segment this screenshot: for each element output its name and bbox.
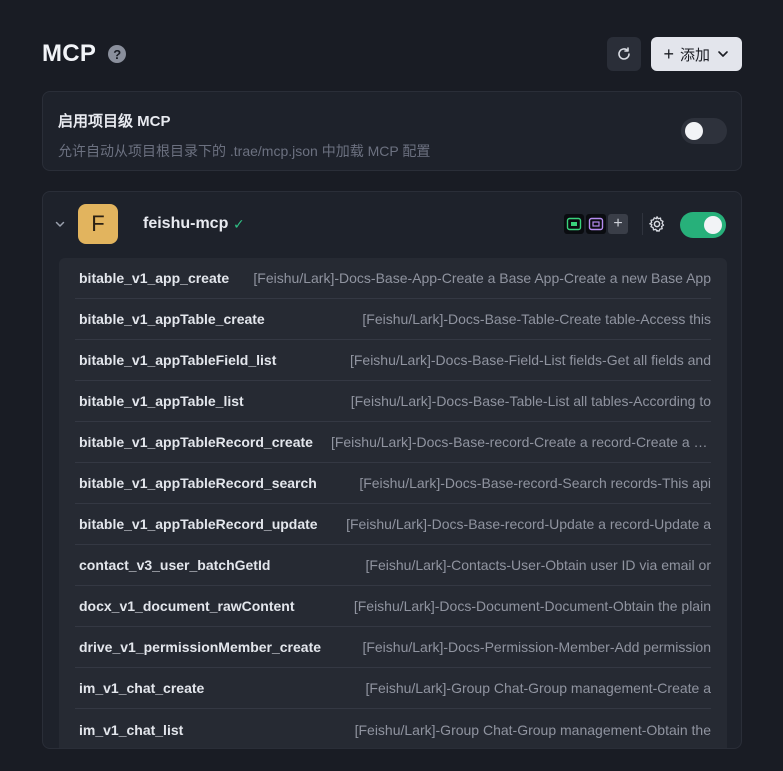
server-avatar: F: [78, 204, 118, 244]
tool-name: bitable_v1_appTable_list: [79, 393, 244, 409]
server-header: F feishu-mcp ✓ +: [43, 204, 741, 246]
tool-name: bitable_v1_app_create: [79, 270, 230, 286]
tool-description: [Feishu/Lark]-Contacts-User-Obtain user …: [365, 557, 711, 573]
tool-description: [Feishu/Lark]-Group Chat-Group managemen…: [365, 680, 712, 696]
server-panel: F feishu-mcp ✓ + bitable_v1_app_create […: [42, 191, 742, 749]
tool-row[interactable]: bitable_v1_appTable_list [Feishu/Lark]-Do…: [75, 381, 711, 422]
tool-description: [Feishu/Lark]-Docs-Base-Table-Create tab…: [362, 311, 711, 327]
screen-badge-icon[interactable]: [586, 214, 606, 234]
page-header: MCP ? + 添加: [42, 36, 742, 72]
tool-description: [Feishu/Lark]-Docs-Base-record-Create a …: [330, 434, 711, 450]
tool-name: contact_v3_user_batchGetId: [79, 557, 271, 573]
tools-list: bitable_v1_app_create [Feishu/Lark]-Docs-…: [59, 258, 727, 748]
tool-row[interactable]: bitable_v1_appTableRecord_update [Feishu/…: [75, 504, 711, 545]
terminal-badge-icon[interactable]: [564, 214, 584, 234]
tool-description: [Feishu/Lark]-Docs-Document-Document-Obt…: [353, 598, 711, 614]
project-mcp-description: 允许自动从项目根目录下的 .trae/mcp.json 中加载 MCP 配置: [58, 143, 431, 159]
tool-name: drive_v1_permissionMember_create: [79, 639, 322, 655]
refresh-button[interactable]: [607, 37, 642, 71]
add-button[interactable]: + 添加: [651, 37, 742, 71]
page-title: MCP: [42, 40, 97, 67]
tool-row[interactable]: docx_v1_document_rawContent [Feishu/Lark]…: [75, 586, 711, 627]
tool-row[interactable]: bitable_v1_appTableRecord_search [Feishu/…: [75, 463, 711, 504]
tool-row[interactable]: im_v1_chat_list [Feishu/Lark]-Group Chat-…: [75, 709, 711, 748]
tool-row[interactable]: bitable_v1_appTableField_list [Feishu/Lar…: [75, 340, 711, 381]
tool-name: im_v1_chat_list: [79, 721, 184, 738]
toggle-knob: [704, 216, 722, 234]
check-icon: ✓: [233, 216, 245, 232]
add-tool-button[interactable]: +: [608, 214, 628, 234]
chevron-down-icon: [718, 51, 728, 57]
help-icon[interactable]: ?: [108, 45, 127, 63]
refresh-icon: [618, 47, 631, 60]
tool-description: [Feishu/Lark]-Docs-Base-record-Update a …: [346, 516, 711, 532]
tool-row[interactable]: bitable_v1_app_create [Feishu/Lark]-Docs-…: [75, 258, 711, 299]
tool-name: docx_v1_document_rawContent: [79, 598, 295, 614]
tool-description: [Feishu/Lark]-Docs-Permission-Member-Add…: [362, 639, 711, 655]
tool-name: bitable_v1_appTableRecord_create: [79, 434, 313, 450]
tool-description: [Feishu/Lark]-Docs-Base-Table-List all t…: [350, 393, 711, 409]
tool-description: [Feishu/Lark]-Docs-Base-record-Search re…: [359, 475, 711, 491]
tool-name: bitable_v1_appTable_create: [79, 311, 265, 327]
tool-description: [Feishu/Lark]-Docs-Base-App-Create a Bas…: [253, 270, 711, 286]
tool-description: [Feishu/Lark]-Docs-Base-Field-List field…: [349, 352, 711, 368]
tool-row[interactable]: bitable_v1_appTable_create [Feishu/Lark]-…: [75, 299, 711, 340]
tool-name: im_v1_chat_create: [79, 680, 205, 696]
tool-description: [Feishu/Lark]-Group Chat-Group managemen…: [354, 721, 711, 738]
tool-name: bitable_v1_appTableRecord_search: [79, 475, 317, 491]
toggle-knob: [685, 122, 703, 140]
tool-name: bitable_v1_appTableField_list: [79, 352, 277, 368]
project-mcp-title: 启用项目级 MCP: [58, 113, 171, 130]
tool-row[interactable]: drive_v1_permissionMember_create [Feishu/…: [75, 627, 711, 668]
header-actions: + 添加: [607, 37, 742, 71]
server-enable-toggle[interactable]: [680, 212, 726, 238]
chevron-down-icon[interactable]: [54, 218, 66, 230]
tool-row[interactable]: im_v1_chat_create [Feishu/Lark]-Group Cha…: [75, 668, 711, 709]
plus-icon: +: [663, 44, 674, 64]
divider: [642, 213, 643, 235]
add-button-label: 添加: [679, 46, 710, 64]
gear-icon[interactable]: [648, 215, 666, 233]
server-tool-badges: +: [564, 214, 628, 234]
tool-name: bitable_v1_appTableRecord_update: [79, 516, 318, 532]
project-mcp-toggle[interactable]: [681, 118, 727, 144]
tool-row[interactable]: bitable_v1_appTableRecord_create [Feishu/…: [75, 422, 711, 463]
project-mcp-panel: 启用项目级 MCP 允许自动从项目根目录下的 .trae/mcp.json 中加…: [42, 91, 742, 171]
tool-row[interactable]: contact_v3_user_batchGetId [Feishu/Lark]-…: [75, 545, 711, 586]
server-name: feishu-mcp: [143, 215, 229, 232]
